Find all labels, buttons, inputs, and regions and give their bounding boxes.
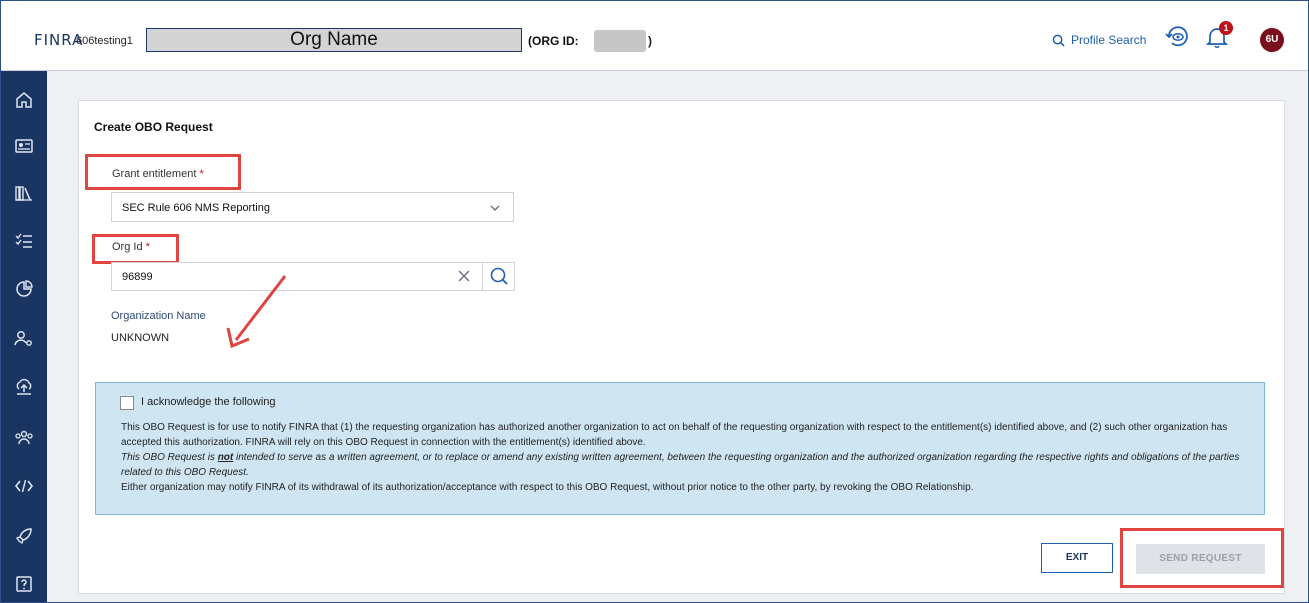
notification-badge: 1 <box>1219 21 1233 35</box>
org-search-button[interactable] <box>482 263 516 290</box>
id-card-icon[interactable] <box>14 136 34 156</box>
profile-search-label: Profile Search <box>1071 33 1147 47</box>
ack-p2-not: not <box>217 452 234 463</box>
ack-paragraph-2: This OBO Request is not intended to serv… <box>121 450 1246 480</box>
user-avatar[interactable]: 6U <box>1260 28 1284 52</box>
search-icon <box>490 267 508 285</box>
send-request-button[interactable]: SEND REQUEST <box>1136 544 1265 574</box>
profile-search-link[interactable]: Profile Search <box>1052 33 1146 47</box>
help-icon[interactable] <box>14 574 34 594</box>
upload-icon[interactable] <box>14 377 34 397</box>
org-name-box: Org Name <box>146 28 522 52</box>
ack-p2-start: This OBO Request is <box>121 452 218 463</box>
ack-paragraph-3: Either organization may notify FINRA of … <box>121 482 974 493</box>
clear-icon[interactable] <box>457 269 471 283</box>
acknowledgement-panel: I acknowledge the following This OBO Req… <box>95 382 1265 515</box>
obo-request-card <box>78 100 1285 594</box>
org-id-field-label: Org Id * <box>112 241 150 253</box>
group-icon[interactable] <box>14 428 34 448</box>
user-settings-icon[interactable] <box>14 328 34 348</box>
grant-entitlement-label-text: Grant entitlement <box>112 168 197 180</box>
page-title: Create OBO Request <box>94 120 213 134</box>
sidebar <box>1 71 47 602</box>
acknowledge-label: I acknowledge the following <box>141 396 276 408</box>
org-id-close-paren: ) <box>648 34 652 48</box>
organization-name-value: UNKNOWN <box>111 332 170 344</box>
org-id-input-value: 96899 <box>122 271 153 283</box>
org-id-redaction <box>594 30 646 52</box>
org-id-label-text: Org Id <box>112 241 143 253</box>
grant-entitlement-label: Grant entitlement * <box>112 168 204 180</box>
chevron-down-icon <box>490 205 500 211</box>
home-icon[interactable] <box>14 90 34 110</box>
view-history-icon[interactable] <box>1164 26 1190 48</box>
acknowledge-checkbox[interactable] <box>120 396 134 410</box>
code-icon[interactable] <box>14 476 34 496</box>
org-id-input[interactable]: 96899 <box>111 262 515 291</box>
system-name: 606testing1 <box>76 35 133 47</box>
org-id-label: (ORG ID: <box>528 34 579 48</box>
ack-paragraph-1: This OBO Request is for use to notify FI… <box>121 422 1228 448</box>
ack-p2-end: intended to serve as a written agreement… <box>121 452 1240 478</box>
grant-entitlement-value: SEC Rule 606 NMS Reporting <box>122 202 270 214</box>
grant-entitlement-select[interactable]: SEC Rule 606 NMS Reporting <box>111 192 514 222</box>
required-mark: * <box>199 168 204 180</box>
acknowledgement-text: This OBO Request is for use to notify FI… <box>121 420 1246 495</box>
organization-name-label: Organization Name <box>111 310 206 322</box>
pie-chart-icon[interactable] <box>14 279 34 299</box>
search-icon <box>1052 34 1065 47</box>
rocket-icon[interactable] <box>14 526 34 546</box>
library-icon[interactable] <box>14 183 34 203</box>
exit-button[interactable]: EXIT <box>1041 543 1113 573</box>
required-mark: * <box>145 241 150 253</box>
checklist-icon[interactable] <box>14 231 34 251</box>
